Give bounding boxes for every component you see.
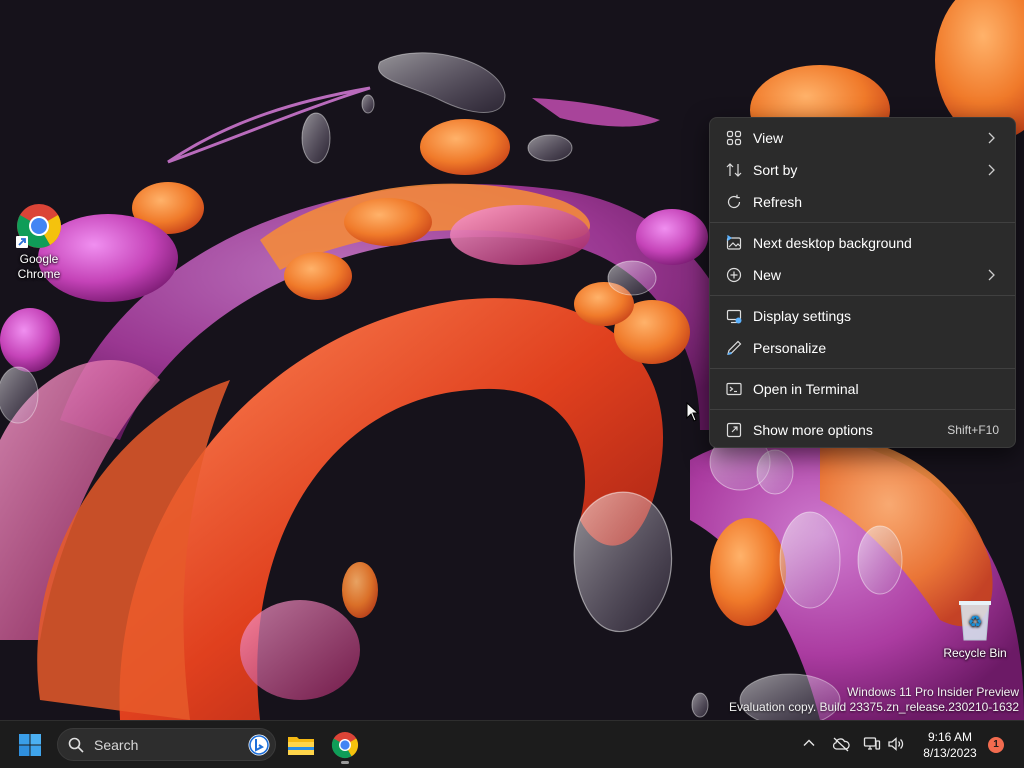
recycle-bin-icon: ♻: [951, 596, 999, 644]
refresh-icon: [725, 193, 743, 211]
notification-badge[interactable]: 1: [988, 737, 1004, 753]
menu-item-view[interactable]: View: [714, 122, 1011, 154]
desktop-icon-google-chrome[interactable]: Google Chrome: [1, 202, 77, 282]
menu-item-new[interactable]: New: [714, 259, 1011, 291]
volume-icon[interactable]: [887, 736, 905, 757]
clock-time: 9:16 AM: [927, 730, 973, 744]
menu-item-label: Open in Terminal: [753, 381, 859, 397]
chevron-up-icon[interactable]: [802, 736, 816, 755]
menu-item-display-settings[interactable]: Display settings: [714, 300, 1011, 332]
desktop-icon-label: Recycle Bin: [943, 646, 1007, 660]
chevron-right-icon: [987, 164, 997, 176]
icon-label-line1: Google: [19, 252, 59, 266]
taskbar-file-explorer[interactable]: [285, 729, 317, 761]
grid-icon: [725, 129, 743, 147]
watermark-line2: Evaluation copy. Build 23375.zn_release.…: [729, 700, 1019, 714]
windows-watermark: Windows 11 Pro Insider Preview Evaluatio…: [729, 685, 1019, 715]
menu-item-label: View: [753, 130, 784, 146]
display-icon: [725, 307, 743, 325]
chrome-icon: [15, 202, 63, 250]
share-icon: [725, 421, 743, 439]
desktop-icon-label: Google Chrome: [1, 252, 77, 282]
chevron-right-icon: [987, 269, 997, 281]
svg-text:♻: ♻: [968, 612, 982, 631]
bing-icon[interactable]: [248, 734, 270, 759]
running-app-indicator: [341, 761, 349, 764]
menu-item-label: Show more options: [753, 422, 873, 438]
menu-separator: [710, 368, 1015, 369]
menu-item-refresh[interactable]: Refresh: [714, 186, 1011, 218]
shortcut-label: Shift+F10: [947, 423, 999, 437]
menu-separator: [710, 295, 1015, 296]
menu-item-next-desktop-background[interactable]: Next desktop background: [714, 227, 1011, 259]
menu-separator: [710, 409, 1015, 410]
chrome-icon: [331, 732, 359, 759]
pen-icon: [725, 339, 743, 357]
folder-icon: [288, 737, 314, 755]
mouse-cursor-icon: [686, 401, 700, 427]
sort-icon: [725, 161, 743, 179]
chevron-right-icon: [987, 132, 997, 144]
desktop-icon-recycle-bin[interactable]: ♻ Recycle Bin: [937, 596, 1013, 661]
icon-label-line2: Chrome: [17, 267, 61, 281]
taskbar-google-chrome[interactable]: [329, 729, 361, 761]
clock-date: 8/13/2023: [923, 746, 977, 760]
search-placeholder: Search: [94, 737, 139, 753]
cloud-offline-icon[interactable]: [832, 736, 850, 757]
desktop-context-menu: View Sort by Refresh Next desktop backgr…: [709, 117, 1016, 448]
next-background-icon: [725, 234, 743, 252]
menu-item-show-more-options[interactable]: Show more options Shift+F10: [714, 414, 1011, 446]
menu-item-label: Refresh: [753, 194, 803, 210]
menu-item-label: Next desktop background: [753, 235, 912, 251]
taskbar: Search 9:16 AM 8/13/2023 1: [0, 720, 1024, 768]
new-plus-icon: [725, 266, 743, 284]
menu-item-open-in-terminal[interactable]: Open in Terminal: [714, 373, 1011, 405]
menu-item-label: Sort by: [753, 162, 798, 178]
start-button[interactable]: [16, 731, 44, 759]
menu-separator: [710, 222, 1015, 223]
menu-item-sort-by[interactable]: Sort by: [714, 154, 1011, 186]
menu-item-label: Display settings: [753, 308, 852, 324]
menu-item-label: Personalize: [753, 340, 827, 356]
menu-item-personalize[interactable]: Personalize: [714, 332, 1011, 364]
watermark-line1: Windows 11 Pro Insider Preview: [847, 685, 1019, 699]
search-icon: [68, 737, 84, 756]
windows-logo-icon: [19, 734, 41, 756]
taskbar-search-box[interactable]: Search: [57, 728, 276, 761]
taskbar-clock[interactable]: 9:16 AM 8/13/2023: [912, 729, 988, 761]
network-icon[interactable]: [863, 736, 881, 757]
terminal-icon: [725, 380, 743, 398]
menu-item-label: New: [753, 267, 782, 283]
